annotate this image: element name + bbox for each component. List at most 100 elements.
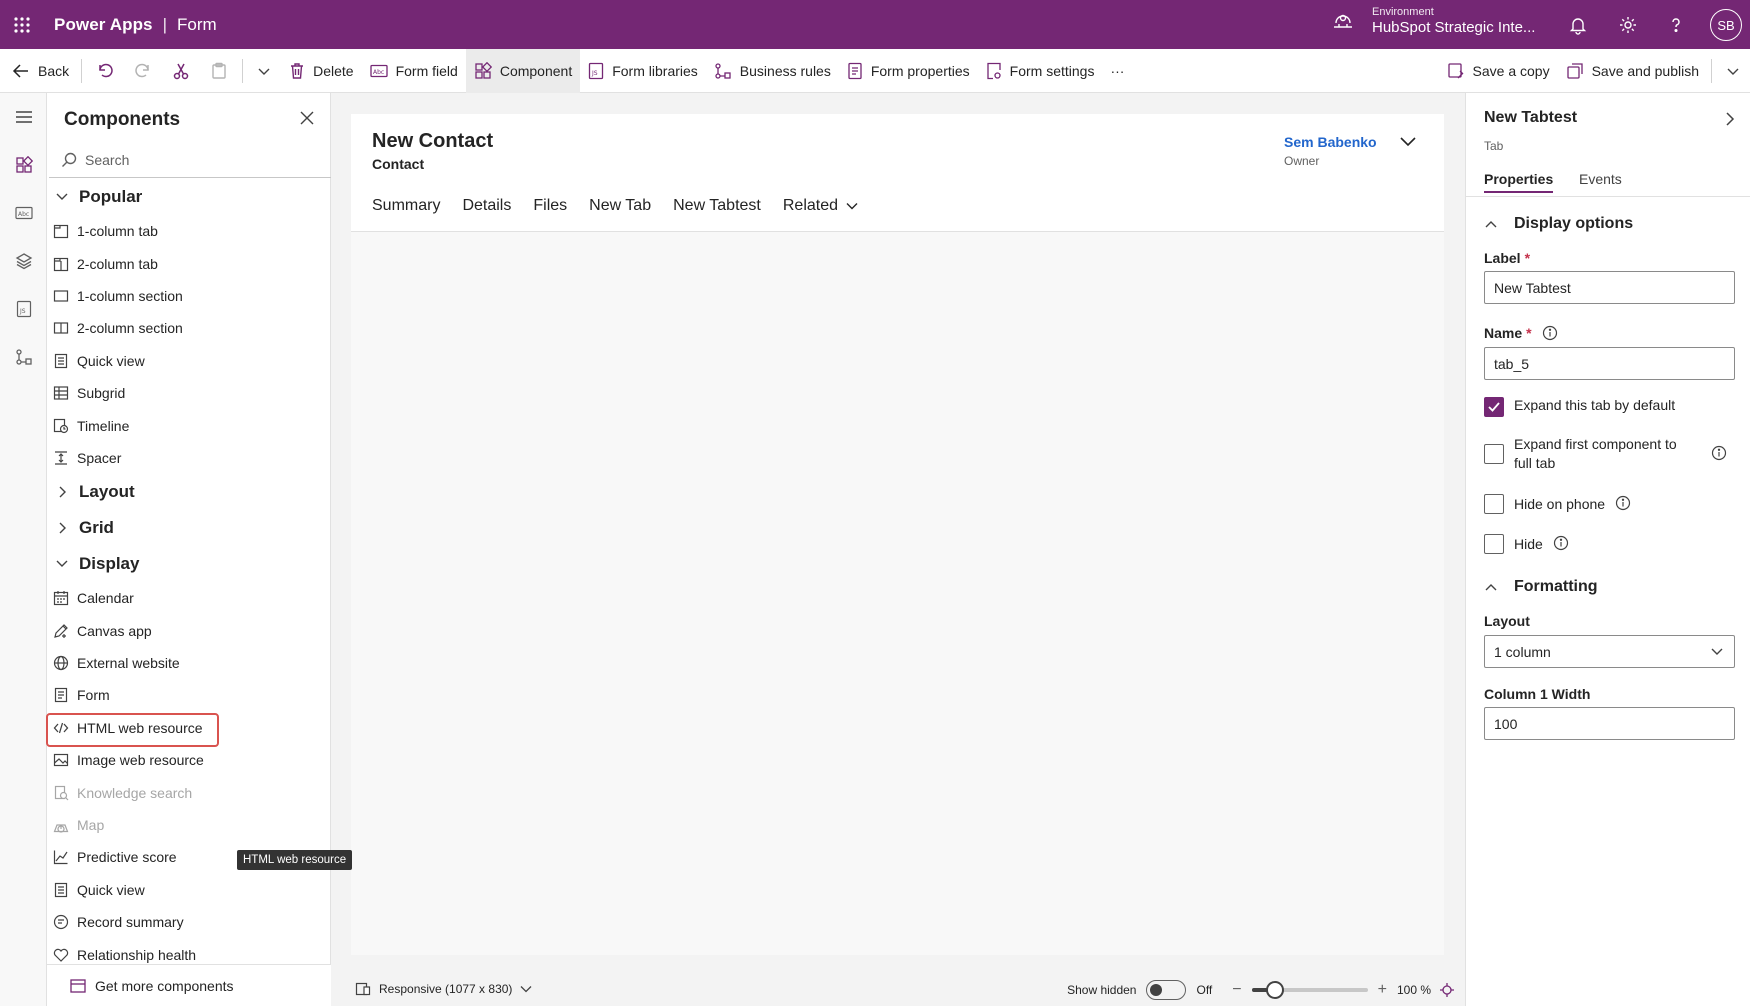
list-item-canvas-app[interactable]: Canvas app	[47, 615, 331, 647]
tab-properties[interactable]: Properties	[1484, 171, 1554, 193]
list-item-html-web-resource[interactable]: HTML web resource	[46, 712, 331, 748]
list-item-spacer[interactable]: Spacer	[47, 442, 331, 474]
list-item-map[interactable]: Map	[47, 809, 331, 841]
list-item-label: Knowledge search	[77, 784, 193, 801]
brand-separator: |	[162, 14, 168, 34]
tree-rail-icon[interactable]	[0, 333, 47, 381]
more-chevron-button[interactable]	[247, 49, 281, 93]
help-icon[interactable]	[1663, 12, 1689, 38]
list-item-2-column-tab[interactable]: 2-column tab	[47, 247, 331, 279]
info-icon[interactable]	[1542, 325, 1558, 341]
expand-default-checkbox[interactable]: Expand this tab by default	[1484, 397, 1675, 417]
layout-select[interactable]: 1 column	[1484, 635, 1735, 668]
list-item-label: HTML web resource	[77, 719, 203, 736]
header-expand-chevron-icon[interactable]	[1399, 136, 1417, 148]
info-icon[interactable]	[1711, 445, 1727, 461]
list-item-timeline[interactable]: Timeline	[47, 409, 331, 441]
back-button[interactable]: Back	[0, 49, 77, 93]
responsive-picker[interactable]: Responsive (1077 x 830)	[355, 982, 540, 996]
list-item-1-column-section[interactable]: 1-column section	[47, 280, 331, 312]
hide-checkbox[interactable]: Hide	[1484, 534, 1569, 554]
list-item-quick-view[interactable]: Quick view	[47, 345, 331, 377]
list-item-record-summary[interactable]: Record summary	[47, 906, 331, 938]
list-item-calendar[interactable]: Calendar	[47, 582, 331, 614]
save-copy-button[interactable]: Save a copy	[1439, 49, 1558, 93]
form-settings-button[interactable]: Form settings	[978, 49, 1103, 93]
chevron-right-icon[interactable]	[1724, 111, 1736, 127]
section-formatting[interactable]: Formatting	[1484, 578, 1598, 596]
app-launcher-icon[interactable]	[0, 0, 44, 49]
save-options-button[interactable]	[1716, 49, 1750, 93]
list-item-external-website[interactable]: External website	[47, 647, 331, 679]
components-rail-icon[interactable]	[0, 141, 47, 189]
expand-full-checkbox[interactable]: Expand first component to full tab	[1484, 435, 1744, 473]
redo-button[interactable]	[124, 49, 162, 93]
fit-to-screen-icon[interactable]	[1439, 982, 1455, 998]
tab-new-tabtest[interactable]: New Tabtest	[673, 197, 761, 215]
form-libraries-label: Form libraries	[612, 62, 698, 79]
section-display-options[interactable]: Display options	[1484, 215, 1633, 233]
list-item-subgrid[interactable]: Subgrid	[47, 377, 331, 409]
properties-pane: New Tabtest Tab Properties Events Displa…	[1465, 93, 1750, 1006]
cut-button[interactable]	[162, 49, 200, 93]
tab-files[interactable]: Files	[533, 197, 567, 215]
name-field[interactable]: tab_5	[1484, 347, 1735, 380]
tab-new-tab[interactable]: New Tab	[589, 197, 651, 215]
avatar[interactable]: SB	[1710, 9, 1742, 41]
business-rules-button[interactable]: Business rules	[706, 49, 839, 93]
zoom-slider[interactable]	[1251, 981, 1368, 999]
list-item-form[interactable]: Form	[47, 679, 331, 711]
component-button[interactable]: Component	[465, 48, 581, 93]
tab-events[interactable]: Events	[1579, 171, 1622, 187]
column-width-field[interactable]: 100	[1484, 707, 1735, 740]
form-preview[interactable]: New Contact Contact Sem Babenko Owner Su…	[351, 114, 1444, 955]
gear-icon[interactable]	[1615, 12, 1641, 38]
delete-button[interactable]: Delete	[281, 49, 361, 93]
arrow-left-icon	[12, 63, 28, 78]
group-display[interactable]: Display	[47, 546, 331, 582]
form-field-label: Form field	[395, 62, 458, 79]
app-name[interactable]: Power Apps	[54, 15, 153, 35]
checkbox-unchecked[interactable]	[1484, 494, 1504, 514]
zoom-out-icon[interactable]: −	[1232, 981, 1241, 999]
js-rail-icon[interactable]: JS	[0, 285, 47, 333]
checkbox-unchecked[interactable]	[1484, 534, 1504, 554]
owner-name[interactable]: Sem Babenko	[1284, 134, 1377, 150]
list-item-quick-view-2[interactable]: Quick view	[47, 874, 331, 906]
info-icon[interactable]	[1615, 495, 1631, 511]
show-hidden-toggle[interactable]	[1146, 980, 1187, 1000]
more-commands-button[interactable]: ···	[1102, 49, 1132, 93]
group-grid[interactable]: Grid	[47, 510, 331, 546]
undo-button[interactable]	[86, 49, 124, 93]
list-item-1-column-tab[interactable]: 1-column tab	[47, 215, 331, 247]
zoom-slider-thumb[interactable]	[1265, 981, 1284, 999]
fields-rail-icon[interactable]: Abc	[0, 189, 47, 237]
document-icon	[53, 882, 69, 898]
label-field[interactable]: New Tabtest	[1484, 271, 1735, 304]
paste-button[interactable]	[200, 49, 238, 93]
list-item-2-column-section[interactable]: 2-column section	[47, 312, 331, 344]
close-icon[interactable]	[300, 111, 314, 125]
zoom-in-icon[interactable]: +	[1378, 981, 1387, 999]
tab-summary[interactable]: Summary	[372, 197, 440, 215]
bell-icon[interactable]	[1565, 12, 1591, 38]
tab-related[interactable]: Related	[783, 197, 858, 215]
hamburger-icon[interactable]	[0, 93, 47, 141]
form-field-button[interactable]: Abc Form field	[362, 49, 466, 93]
list-item-image-web-resource[interactable]: Image web resource	[47, 744, 331, 776]
form-libraries-button[interactable]: JS Form libraries	[580, 49, 706, 93]
info-icon[interactable]	[1553, 535, 1569, 551]
form-properties-button[interactable]: Form properties	[839, 49, 978, 93]
hide-on-phone-checkbox[interactable]: Hide on phone	[1484, 494, 1631, 514]
tab-details[interactable]: Details	[462, 197, 511, 215]
group-layout[interactable]: Layout	[47, 474, 331, 510]
save-publish-button[interactable]: Save and publish	[1558, 49, 1707, 93]
get-more-components-button[interactable]: Get more components	[47, 964, 331, 1006]
list-item-knowledge-search[interactable]: Knowledge search	[47, 776, 331, 808]
checkbox-unchecked[interactable]	[1484, 444, 1504, 464]
layers-rail-icon[interactable]	[0, 237, 47, 285]
checkbox-checked[interactable]	[1484, 397, 1504, 417]
search-input[interactable]: Search	[49, 143, 331, 178]
environment-picker[interactable]: Environment HubSpot Strategic Inte...	[1330, 6, 1535, 36]
group-popular[interactable]: Popular	[47, 179, 331, 215]
